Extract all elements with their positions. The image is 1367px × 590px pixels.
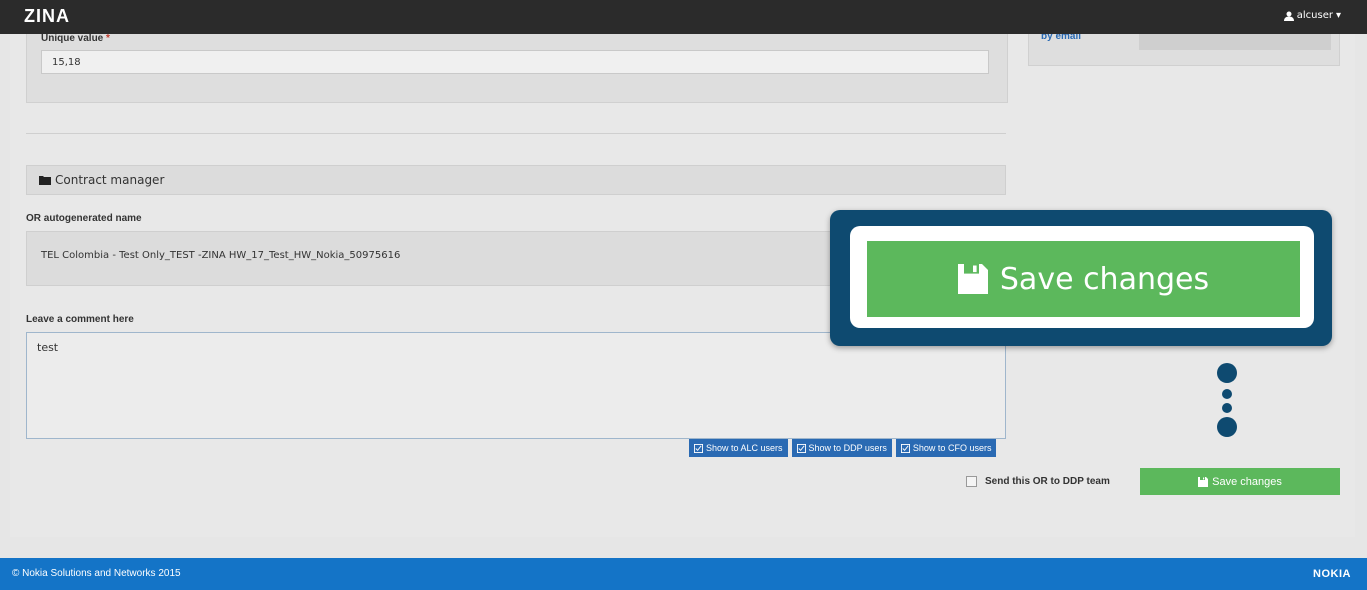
username: alcuser xyxy=(1296,10,1333,21)
checkbox-edit-icon xyxy=(796,443,806,453)
folder-icon xyxy=(39,176,51,185)
unique-value-label-text: Unique value xyxy=(41,33,104,44)
user-icon xyxy=(1283,11,1294,21)
callout-inner: Save changes xyxy=(850,226,1314,328)
show-to-alc-button[interactable]: Show to ALC users xyxy=(689,439,788,457)
save-changes-button[interactable]: Save changes xyxy=(1140,468,1340,495)
show-to-ddp-button[interactable]: Show to DDP users xyxy=(791,439,892,457)
checkbox-edit-icon xyxy=(900,443,910,453)
footer-copyright: © Nokia Solutions and Networks 2015 xyxy=(12,568,181,579)
chevron-down-icon: ▾ xyxy=(1335,10,1341,21)
autogen-name-value: TEL Colombia - Test Only_TEST -ZINA HW_1… xyxy=(41,250,401,261)
top-navbar: ZINA alcuser ▾ xyxy=(0,0,1367,34)
callout-pointer-dots xyxy=(1217,363,1237,438)
send-ddp-checkbox[interactable] xyxy=(966,476,977,487)
callout-save-changes-button[interactable]: Save changes xyxy=(867,241,1300,317)
floppy-disk-icon xyxy=(1198,476,1209,487)
send-ddp-row: Send this OR to DDP team xyxy=(966,476,1110,487)
pointer-dot xyxy=(1222,389,1232,399)
send-ddp-label: Send this OR to DDP team xyxy=(985,476,1110,487)
save-changes-label: Save changes xyxy=(1212,475,1282,488)
callout-save-label: Save changes xyxy=(999,261,1210,297)
pointer-dot xyxy=(1217,363,1237,383)
user-menu[interactable]: alcuser ▾ xyxy=(1283,10,1341,21)
show-buttons-group: Show to ALC users Show to DDP users Show… xyxy=(689,439,997,457)
section-divider xyxy=(26,133,1006,134)
comment-label: Leave a comment here xyxy=(26,314,134,325)
checkbox-edit-icon xyxy=(694,443,703,453)
floppy-disk-icon xyxy=(957,264,988,294)
show-to-alc-label: Show to ALC users xyxy=(706,443,783,453)
comment-textarea[interactable]: test xyxy=(26,332,1006,439)
pointer-dot xyxy=(1217,417,1237,437)
contract-manager-header[interactable]: Contract manager xyxy=(26,165,1006,195)
contract-manager-label: Contract manager xyxy=(55,173,165,187)
footer-brand-logo: NOKIA xyxy=(1313,568,1351,580)
app-logo[interactable]: ZINA xyxy=(24,6,70,27)
show-to-ddp-label: Show to DDP users xyxy=(808,443,887,453)
show-to-cfo-label: Show to CFO users xyxy=(912,443,992,453)
highlight-callout: Save changes xyxy=(830,210,1332,346)
required-mark: * xyxy=(106,33,110,44)
unique-value-input[interactable]: 15,18 xyxy=(41,50,989,74)
autogen-label: OR autogenerated name xyxy=(26,213,142,224)
pointer-dot xyxy=(1222,403,1232,413)
show-to-cfo-button[interactable]: Show to CFO users xyxy=(895,439,997,457)
footer: © Nokia Solutions and Networks 2015 NOKI… xyxy=(0,558,1367,590)
unique-value-label: Unique value * xyxy=(41,33,110,44)
